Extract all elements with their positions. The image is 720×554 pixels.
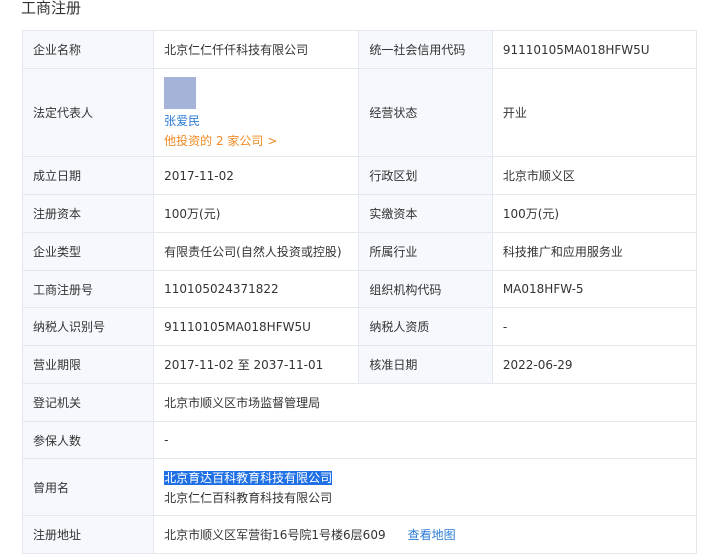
value-org-code: MA018HFW-5 <box>491 270 698 308</box>
value-company-type: 有限责任公司(自然人投资或控股) <box>153 232 360 271</box>
label-legal-rep: 法定代表人 <box>21 68 155 157</box>
label-approval-date: 核准日期 <box>358 345 493 384</box>
label-industry: 所属行业 <box>358 232 493 271</box>
table-row: 曾用名 北京育达百科教育科技有限公司 北京仁仁百科教育科技有限公司 <box>21 458 697 516</box>
label-registered-address: 注册地址 <box>21 515 155 554</box>
table-row: 注册资本 100万(元) 实缴资本 100万(元) <box>21 194 698 233</box>
section-title: 工商注册 <box>21 0 82 17</box>
label-registration-authority: 登记机关 <box>21 383 155 422</box>
table-row: 企业名称 北京仁仁仟仟科技有限公司 统一社会信用代码 91110105MA018… <box>21 30 698 69</box>
label-company-type: 企业类型 <box>21 232 155 271</box>
value-industry: 科技推广和应用服务业 <box>491 232 698 271</box>
label-company-name: 企业名称 <box>21 30 155 69</box>
former-name-item: 北京育达百科教育科技有限公司 <box>164 470 333 485</box>
value-taxpayer-id: 91110105MA018HFW5U <box>153 307 360 346</box>
table-row: 纳税人识别号 91110105MA018HFW5U 纳税人资质 - <box>21 307 698 346</box>
value-legal-rep: 张爱民 他投资的 2 家公司 > <box>153 68 360 157</box>
table-row: 登记机关 北京市顺义区市场监督管理局 <box>21 383 697 422</box>
value-status: 开业 <box>491 68 698 157</box>
label-paid-capital: 实缴资本 <box>358 194 493 233</box>
label-org-code: 组织机构代码 <box>358 270 493 308</box>
label-region: 行政区划 <box>358 156 493 195</box>
value-insured-count: - <box>153 421 697 459</box>
former-name-item: 北京仁仁百科教育科技有限公司 <box>164 490 333 505</box>
value-former-names: 北京育达百科教育科技有限公司 北京仁仁百科教育科技有限公司 <box>153 458 697 516</box>
label-registered-capital: 注册资本 <box>21 194 155 233</box>
business-registration-table: 企业名称 北京仁仁仟仟科技有限公司 统一社会信用代码 91110105MA018… <box>21 30 698 554</box>
value-credit-code: 91110105MA018HFW5U <box>491 30 698 69</box>
table-row: 工商注册号 110105024371822 组织机构代码 MA018HFW-5 <box>21 270 698 308</box>
table-row: 法定代表人 张爱民 他投资的 2 家公司 > 经营状态 开业 <box>21 68 698 157</box>
value-business-term: 2017-11-02 至 2037-11-01 <box>153 345 360 384</box>
label-status: 经营状态 <box>358 68 493 157</box>
value-taxpayer-qualification: - <box>491 307 698 346</box>
label-founded-date: 成立日期 <box>21 156 155 195</box>
value-registration-authority: 北京市顺义区市场监督管理局 <box>153 383 697 422</box>
label-taxpayer-qualification: 纳税人资质 <box>358 307 493 346</box>
value-company-name: 北京仁仁仟仟科技有限公司 <box>153 30 360 69</box>
avatar[interactable] <box>164 76 197 109</box>
table-row: 企业类型 有限责任公司(自然人投资或控股) 所属行业 科技推广和应用服务业 <box>21 232 698 271</box>
table-row: 营业期限 2017-11-02 至 2037-11-01 核准日期 2022-0… <box>21 345 698 384</box>
address-text: 北京市顺义区军营街16号院1号楼6层609 <box>164 528 386 542</box>
value-paid-capital: 100万(元) <box>491 194 698 233</box>
label-registration-number: 工商注册号 <box>21 270 155 308</box>
view-map-link[interactable]: 查看地图 <box>408 528 456 542</box>
label-former-names: 曾用名 <box>21 458 155 516</box>
legal-rep-name-link[interactable]: 张爱民 <box>164 112 348 129</box>
value-founded-date: 2017-11-02 <box>153 156 360 195</box>
label-insured-count: 参保人数 <box>21 421 155 459</box>
invested-companies-link[interactable]: 他投资的 2 家公司 > <box>164 132 348 149</box>
value-registration-number: 110105024371822 <box>153 270 360 308</box>
value-registered-address: 北京市顺义区军营街16号院1号楼6层609 查看地图 <box>153 515 697 554</box>
table-row: 参保人数 - <box>21 421 697 459</box>
value-approval-date: 2022-06-29 <box>491 345 698 384</box>
table-row: 注册地址 北京市顺义区军营街16号院1号楼6层609 查看地图 <box>21 515 697 554</box>
table-row: 成立日期 2017-11-02 行政区划 北京市顺义区 <box>21 156 698 195</box>
label-business-term: 营业期限 <box>21 345 155 384</box>
value-region: 北京市顺义区 <box>491 156 698 195</box>
label-credit-code: 统一社会信用代码 <box>358 30 493 69</box>
value-registered-capital: 100万(元) <box>153 194 360 233</box>
label-taxpayer-id: 纳税人识别号 <box>21 307 155 346</box>
